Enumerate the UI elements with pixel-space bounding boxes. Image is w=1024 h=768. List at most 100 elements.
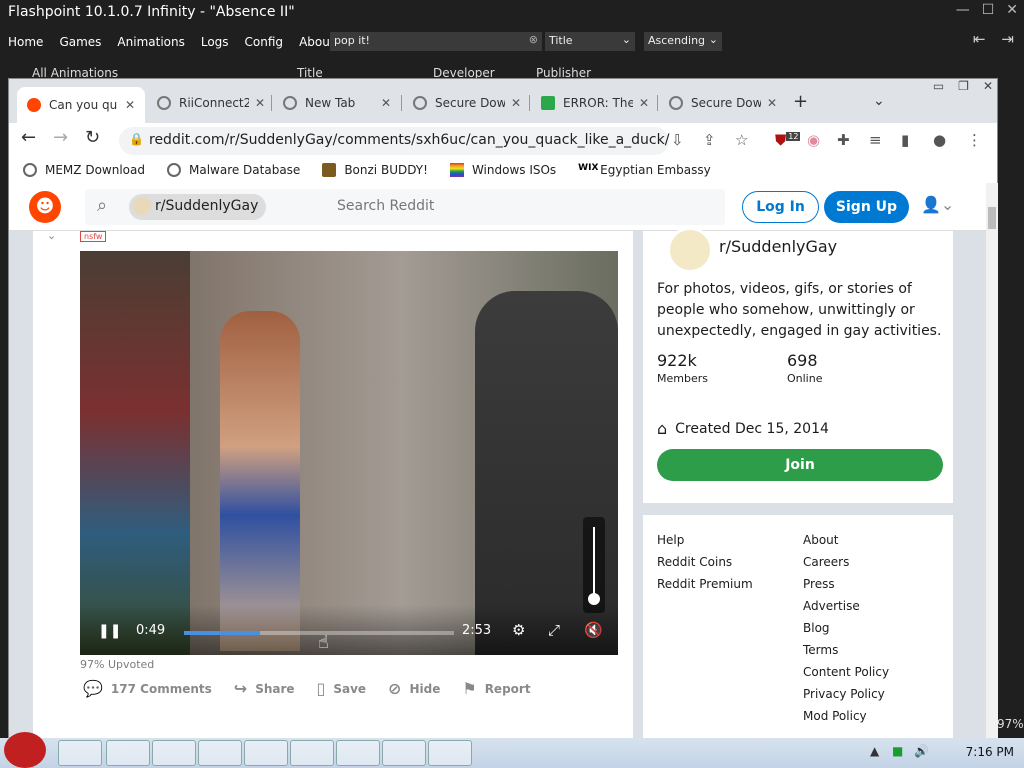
star-icon[interactable]: ☆ <box>735 131 748 149</box>
link-terms[interactable]: Terms <box>803 639 889 661</box>
bookmark-egyptian-embassy[interactable]: WIX Egyptian Embassy <box>578 163 711 177</box>
menu-games[interactable]: Games <box>51 35 109 49</box>
new-tab-icon[interactable]: + <box>793 91 808 112</box>
tab-close-icon[interactable]: ✕ <box>255 96 265 110</box>
tab-error[interactable]: ERROR: The ✕ <box>531 89 655 117</box>
tab-secure-download-2[interactable]: Secure Dow ✕ <box>659 89 783 117</box>
taskbar-keyboard-icon[interactable] <box>428 740 472 766</box>
tab-close-icon[interactable]: ✕ <box>381 96 391 110</box>
subreddit-chip[interactable]: r/SuddenlyGay <box>129 194 267 220</box>
settings-gear-icon[interactable]: ⚙ <box>512 621 525 639</box>
join-button[interactable]: Join <box>657 449 943 481</box>
fullscreen-icon[interactable]: ⤢ <box>548 621 560 639</box>
sort-field-select[interactable]: Title ⌄ <box>545 32 635 51</box>
link-press[interactable]: Press <box>803 573 889 595</box>
close-button[interactable]: ✕ <box>983 79 993 93</box>
start-button-angry-bird-icon[interactable] <box>4 732 46 768</box>
subreddit-name[interactable]: r/SuddenlyGay <box>719 237 837 256</box>
collapse-left-icon[interactable]: ⇤ <box>973 30 986 48</box>
comments-button[interactable]: 💬 177 Comments <box>83 679 212 698</box>
tab-reddit[interactable]: Can you qu ✕ <box>17 87 145 123</box>
link-blog[interactable]: Blog <box>803 617 889 639</box>
address-bar[interactable]: 🔒 reddit.com/r/SuddenlyGay/comments/sxh6… <box>119 127 669 155</box>
link-reddit-coins[interactable]: Reddit Coins <box>657 551 753 573</box>
volume-slider[interactable] <box>583 517 605 613</box>
bookmark-windows-isos[interactable]: Windows ISOs <box>449 163 556 177</box>
launcher-search-input[interactable]: pop it! ⊗ <box>330 32 542 51</box>
taskbar-explorer-icon[interactable] <box>58 740 102 766</box>
bookmark-bonzi[interactable]: Bonzi BUDDY! <box>322 163 428 177</box>
taskbar-app-icon[interactable] <box>152 740 196 766</box>
login-button[interactable]: Log In <box>742 191 819 223</box>
forward-icon[interactable]: → <box>53 127 68 148</box>
restore-button[interactable]: ❐ <box>958 79 969 93</box>
tab-label: Secure Dow <box>691 96 761 110</box>
tray-volume-icon[interactable]: 🔊 <box>914 744 929 758</box>
profile-icon[interactable]: ● <box>933 131 946 149</box>
tray-chevron-icon[interactable]: ▲ <box>870 744 879 758</box>
tab-close-icon[interactable]: ✕ <box>639 96 649 110</box>
hide-button[interactable]: ⊘ Hide <box>388 679 440 698</box>
tab-close-icon[interactable]: ✕ <box>125 98 135 112</box>
close-button[interactable]: ✕ <box>1006 2 1018 18</box>
link-careers[interactable]: Careers <box>803 551 889 573</box>
report-button[interactable]: ⚑ Report <box>462 679 530 698</box>
media-icon[interactable]: ≡ <box>869 131 882 149</box>
bookmark-memz[interactable]: MEMZ Download <box>23 163 145 177</box>
reddit-logo-icon[interactable]: ☻ <box>29 191 61 223</box>
link-privacy-policy[interactable]: Privacy Policy <box>803 683 889 705</box>
link-advertise[interactable]: Advertise <box>803 595 889 617</box>
tab-close-icon[interactable]: ✕ <box>511 96 521 110</box>
taskbar-7zip-icon[interactable] <box>382 740 426 766</box>
menu-logs[interactable]: Logs <box>193 35 237 49</box>
side-panel-icon[interactable]: ▮ <box>901 131 909 149</box>
collapse-chevron-icon[interactable]: ⌄ <box>47 229 56 242</box>
link-reddit-premium[interactable]: Reddit Premium <box>657 573 753 595</box>
clear-search-icon[interactable]: ⊗ <box>529 33 538 46</box>
pause-icon[interactable]: ❚❚ <box>98 623 121 639</box>
minimize-button[interactable]: ▭ <box>933 79 944 93</box>
clock[interactable]: 7:16 PM <box>966 745 1014 759</box>
tab-new-tab[interactable]: New Tab ✕ <box>273 89 401 117</box>
menu-kebab-icon[interactable]: ⋮ <box>967 131 982 149</box>
link-help[interactable]: Help <box>657 529 753 551</box>
reload-icon[interactable]: ↻ <box>85 127 100 148</box>
volume-knob[interactable] <box>588 593 600 605</box>
taskbar-notepad-icon[interactable] <box>198 740 242 766</box>
maximize-button[interactable]: ☐ <box>982 2 995 18</box>
tab-close-icon[interactable]: ✕ <box>767 96 777 110</box>
collapse-right-icon[interactable]: ⇥ <box>1001 30 1014 48</box>
link-mod-policy[interactable]: Mod Policy <box>803 705 889 727</box>
taskbar-search-icon[interactable] <box>244 740 288 766</box>
link-content-policy[interactable]: Content Policy <box>803 661 889 683</box>
share-button[interactable]: ↪ Share <box>234 679 295 698</box>
minimize-button[interactable]: — <box>956 2 970 18</box>
page-scrollbar[interactable] <box>986 183 998 741</box>
tray-network-icon[interactable]: ■ <box>892 744 903 758</box>
signup-button[interactable]: Sign Up <box>824 191 909 223</box>
menu-home[interactable]: Home <box>0 35 51 49</box>
taskbar-network-icon[interactable] <box>290 740 334 766</box>
mute-icon[interactable]: 🔇 <box>584 621 603 639</box>
taskbar-chrome-icon[interactable] <box>106 740 150 766</box>
user-menu-icon[interactable]: 👤⌄ <box>921 195 954 214</box>
tab-riiconnect[interactable]: RiiConnect2 ✕ <box>147 89 269 117</box>
menu-config[interactable]: Config <box>237 35 292 49</box>
reddit-search[interactable]: ⌕ r/SuddenlyGay Search Reddit <box>85 189 725 225</box>
menu-animations[interactable]: Animations <box>109 35 192 49</box>
ublock-icon[interactable]: ⛊ 12 <box>775 131 801 149</box>
link-about[interactable]: About <box>803 529 889 551</box>
bookmark-malware-db[interactable]: Malware Database <box>166 163 300 177</box>
back-icon[interactable]: ← <box>21 127 36 148</box>
save-button[interactable]: ▯ Save <box>317 679 367 698</box>
video-player[interactable]: ❚❚ 0:49 2:53 ⚙ ⤢ 🔇 <box>80 251 618 655</box>
sort-order-select[interactable]: Ascending ⌄ <box>644 32 722 51</box>
tab-search-chevron-icon[interactable]: ⌄ <box>873 93 885 109</box>
tab-secure-download-1[interactable]: Secure Dow ✕ <box>403 89 527 117</box>
share-icon[interactable]: ⇪ <box>703 131 716 149</box>
taskbar-flashpoint-icon[interactable] <box>336 740 380 766</box>
install-icon[interactable]: ⇩ <box>671 131 684 149</box>
puzzle-icon[interactable]: ✚ <box>837 131 850 149</box>
scrollbar-thumb[interactable] <box>988 207 996 229</box>
extension-icon[interactable]: ◉ <box>807 131 820 149</box>
